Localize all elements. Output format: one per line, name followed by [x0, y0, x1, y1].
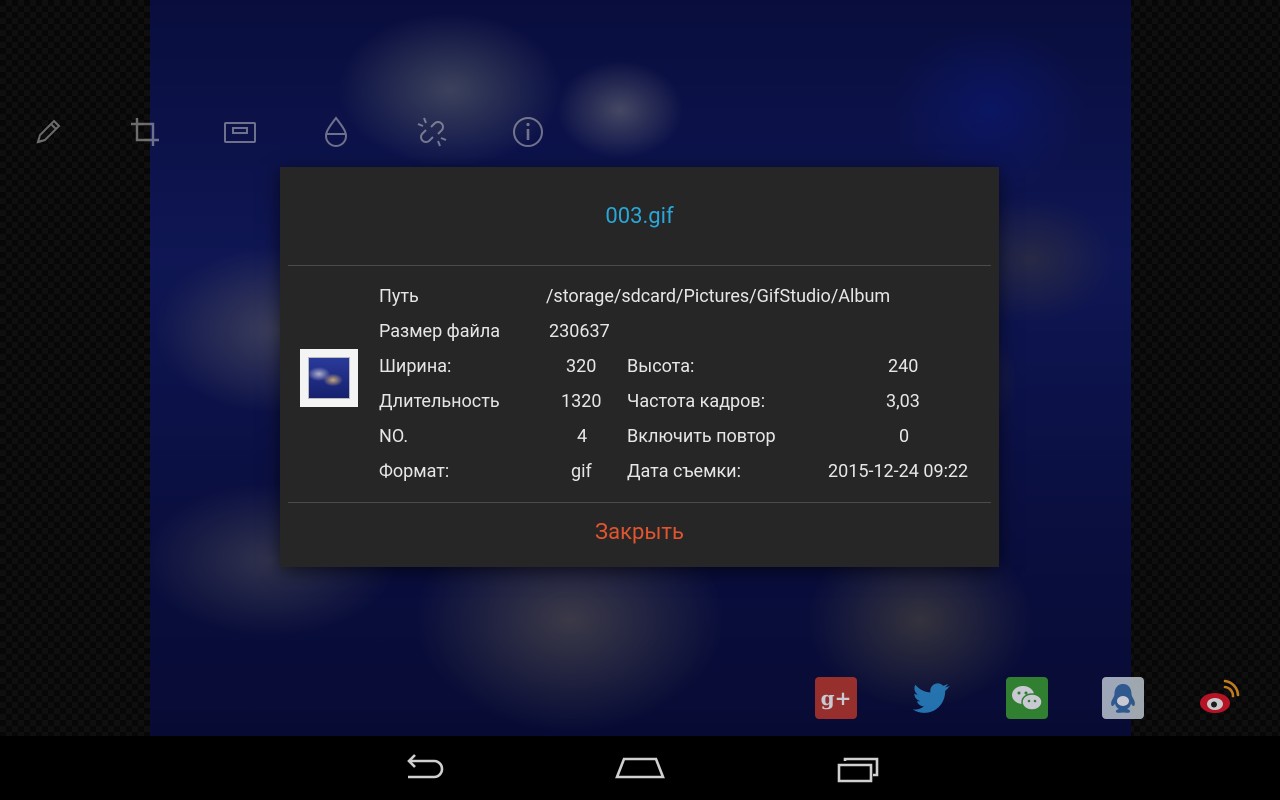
loop-label: Включить повтор [627, 426, 776, 447]
twitter-share-button[interactable] [911, 677, 953, 719]
duration-label: Длительность [379, 391, 500, 412]
pencil-icon [36, 119, 61, 144]
wechat-icon [1012, 686, 1043, 711]
link-tool-button[interactable] [406, 106, 458, 158]
navigation-bar [0, 736, 1280, 800]
edit-toolbar [0, 106, 1280, 158]
edit-tool-button[interactable] [22, 106, 74, 158]
info-tool-button[interactable] [502, 106, 554, 158]
back-button[interactable] [384, 744, 464, 792]
link-broken-icon [417, 117, 447, 147]
close-button[interactable]: Закрыть [280, 504, 999, 560]
height-value: 240 [888, 356, 919, 377]
footer-divider [288, 502, 991, 503]
path-label: Путь [379, 286, 419, 307]
google-plus-icon: g+ [820, 686, 852, 710]
frame-rate-value: 3,03 [886, 391, 920, 412]
google-plus-share-button[interactable]: g+ [815, 677, 857, 719]
frame-tool-button[interactable] [214, 106, 266, 158]
qq-share-button[interactable] [1102, 677, 1144, 719]
crop-icon [131, 118, 159, 146]
qq-icon [1111, 684, 1135, 713]
wechat-share-button[interactable] [1006, 677, 1048, 719]
crop-tool-button[interactable] [119, 106, 171, 158]
format-value: gif [571, 461, 592, 482]
dialog-title: 003.gif [605, 203, 674, 229]
thumbnail-image [308, 357, 350, 399]
format-label: Формат: [379, 461, 450, 482]
home-button[interactable] [600, 744, 680, 792]
width-label: Ширина: [379, 356, 452, 377]
title-divider [288, 265, 991, 266]
weibo-icon [1200, 679, 1240, 713]
screen: 003.gif Путь /storage/sdcard/Pictures/Gi… [0, 0, 1280, 800]
recent-apps-icon [837, 757, 879, 783]
file-info-dialog: 003.gif Путь /storage/sdcard/Pictures/Gi… [280, 167, 999, 567]
frame-rate-label: Частота кадров: [627, 391, 766, 412]
home-icon [615, 757, 665, 779]
frame-icon [224, 122, 256, 143]
info-icon [513, 117, 543, 147]
file-size-label: Размер файла [379, 321, 501, 342]
date-taken-value: 2015-12-24 09:22 [828, 461, 969, 482]
width-value: 320 [566, 356, 597, 377]
back-icon [407, 754, 444, 779]
height-label: Высота: [627, 356, 695, 377]
date-taken-label: Дата съемки: [627, 461, 741, 482]
duration-value: 1320 [561, 391, 602, 412]
loop-value: 0 [899, 426, 910, 447]
frame-count-value: 4 [577, 426, 588, 447]
drop-icon [324, 116, 348, 147]
file-size-value: 230637 [549, 321, 610, 342]
weibo-share-button[interactable] [1198, 677, 1240, 719]
twitter-icon [913, 683, 951, 713]
color-tool-button[interactable] [310, 106, 362, 158]
gif-thumbnail [300, 349, 358, 407]
frame-count-label: NO. [379, 426, 409, 447]
recent-apps-button[interactable] [817, 744, 897, 792]
path-value: /storage/sdcard/Pictures/GifStudio/Album [546, 286, 891, 307]
